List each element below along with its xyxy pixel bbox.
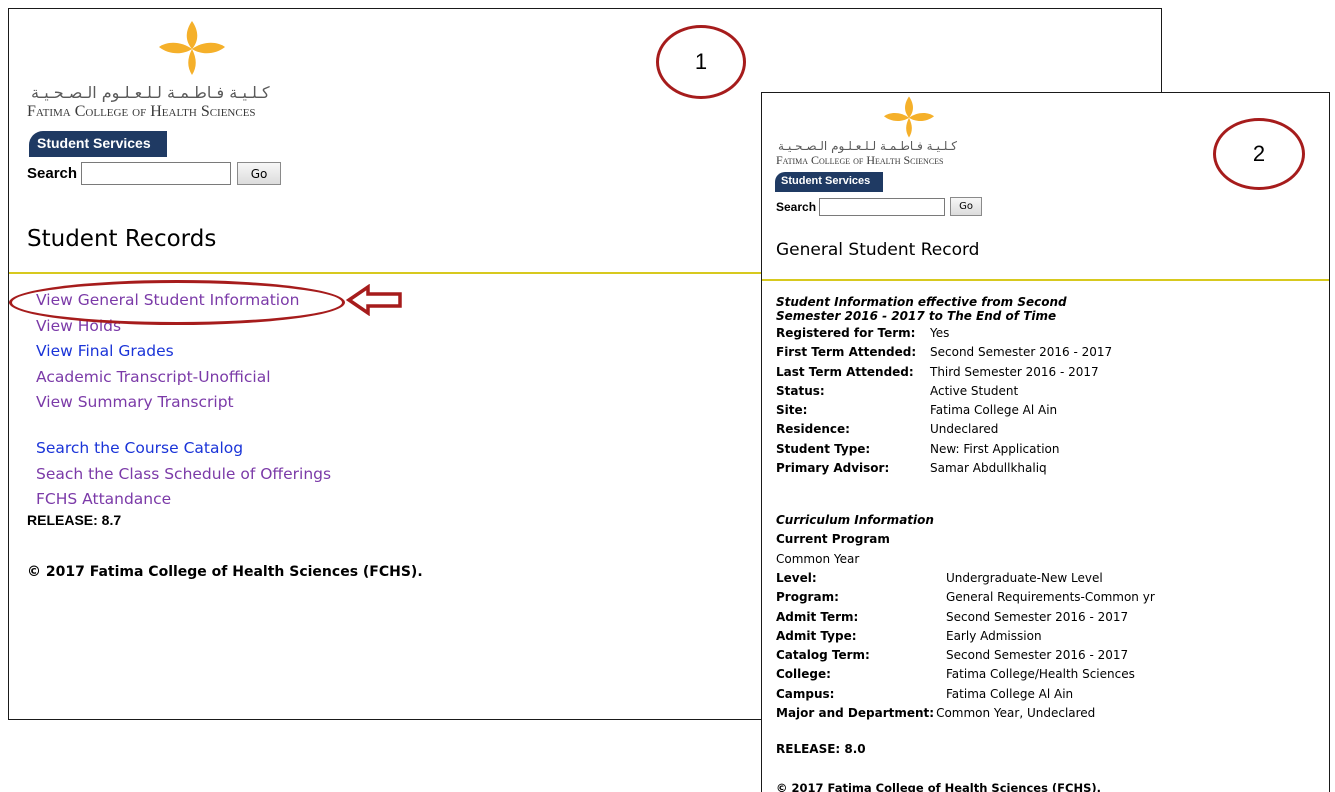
record-row: Admit Term: Second Semester 2016 - 2017 — [776, 608, 1155, 627]
search-input[interactable] — [819, 197, 946, 216]
go-button[interactable]: Go — [950, 197, 983, 216]
record-value: Fatima College Al Ain — [930, 403, 1058, 418]
record-value: Undergraduate-New Level — [946, 571, 1103, 585]
record-value: Samar Abdullkhaliq — [930, 461, 1047, 476]
logo-flower-icon — [883, 96, 935, 138]
record-label: Program: — [776, 590, 839, 605]
page-title: Student Records — [27, 226, 217, 252]
record-row: Admit Type: Early Admission — [776, 627, 1155, 646]
record-row: Site: Fatima College Al Ain — [776, 401, 1112, 420]
record-label: Catalog Term: — [776, 648, 870, 663]
record-label: Student Type: — [776, 441, 871, 456]
record-value: Second Semester 2016 - 2017 — [930, 345, 1113, 360]
record-label: Campus: — [776, 686, 835, 701]
link-academic-transcript-unofficial[interactable]: Academic Transcript-Unofficial — [36, 365, 299, 391]
record-row: Program: General Requirements-Common yr — [776, 588, 1155, 607]
record-value: Fatima College/Health Sciences — [946, 667, 1135, 682]
record-label: College: — [776, 667, 831, 682]
record-value: Fatima College Al Ain — [946, 686, 1074, 701]
current-program-label: Current Program — [776, 532, 890, 547]
release-version: RELEASE: 8.0 — [776, 742, 866, 756]
link-view-summary-transcript[interactable]: View Summary Transcript — [36, 390, 299, 416]
record-label: Status: — [776, 383, 825, 398]
record-value: Third Semester 2016 - 2017 — [930, 364, 1099, 379]
record-label: Level: — [776, 571, 817, 585]
record-row: Campus: Fatima College Al Ain — [776, 685, 1155, 704]
record-label: First Term Attended: — [776, 345, 917, 360]
record-label: Admit Term: — [776, 609, 859, 624]
link-view-final-grades[interactable]: View Final Grades — [36, 339, 299, 365]
record-label: Admit Type: — [776, 628, 857, 643]
record-label: Residence: — [776, 422, 850, 437]
logo-english-text: Fatima College of Health Sciences — [27, 103, 256, 120]
logo-flower-icon — [159, 21, 225, 75]
student-info-table: Registered for Term: Yes First Term Attend… — [776, 324, 1112, 478]
link-search-course-catalog[interactable]: Search the Course Catalog — [36, 436, 331, 462]
record-row: Level: Undergraduate-New Level — [776, 569, 1155, 588]
college-logo[interactable]: كـلـيـة فـاطـمـة لـلـعـلـوم الـصـحـيـة F… — [776, 95, 1036, 169]
record-label: Primary Advisor: — [776, 461, 890, 476]
title-divider — [762, 279, 1329, 281]
record-row: Catalog Term: Second Semester 2016 - 2017 — [776, 646, 1155, 665]
record-row: Registered for Term: Yes — [776, 324, 1112, 343]
logo-arabic-text: كـلـيـة فـاطـمـة لـلـعـلـوم الـصـحـيـة — [778, 139, 957, 153]
student-info-heading: Student Information effective from Secon… — [776, 295, 1067, 323]
record-label: Last Term Attended: — [776, 364, 914, 379]
curriculum-heading: Curriculum Information — [776, 513, 934, 527]
title-divider — [9, 272, 769, 274]
record-row: Last Term Attended: Third Semester 2016 -… — [776, 363, 1112, 382]
right-arrow-outline-icon — [346, 284, 402, 316]
major-row: Major and Department: Common Year, Undec… — [776, 704, 1095, 723]
search-bar: Search Go — [27, 162, 282, 185]
record-value: Yes — [930, 326, 950, 340]
record-row: College: Fatima College/Health Sciences — [776, 665, 1155, 684]
search-label: Search — [776, 199, 817, 214]
search-input[interactable] — [81, 162, 232, 185]
curriculum-section: Curriculum Information Current Program C… — [776, 511, 934, 569]
record-label: Registered for Term: — [776, 326, 916, 340]
tab-student-services[interactable]: Student Services — [775, 172, 883, 192]
record-row: Status: Active Student — [776, 382, 1112, 401]
record-value: Undeclared — [930, 422, 999, 437]
major-value: Common Year, Undeclared — [936, 706, 1096, 720]
record-value: Active Student — [930, 383, 1019, 398]
record-row: Residence: Undeclared — [776, 420, 1112, 439]
callout-number-1: 1 — [656, 25, 746, 99]
record-row: First Term Attended: Second Semester 2016… — [776, 343, 1112, 362]
record-label: Site: — [776, 403, 808, 418]
current-program-value: Common Year — [776, 551, 860, 566]
screenshot-general-student-record: كـلـيـة فـاطـمـة لـلـعـلـوم الـصـحـيـة F… — [761, 92, 1330, 792]
record-row: Student Type: New: First Application — [776, 440, 1112, 459]
college-logo[interactable]: كـلـيـة فـاطـمـة لـلـعـلـوم الـصـحـيـة F… — [27, 19, 357, 120]
copyright-text: © 2017 Fatima College of Health Sciences… — [27, 564, 423, 580]
page-title: General Student Record — [776, 240, 980, 260]
release-version: RELEASE: 8.7 — [27, 512, 122, 528]
callout-number-2: 2 — [1213, 118, 1305, 190]
search-label: Search — [27, 165, 78, 182]
go-button[interactable]: Go — [237, 162, 282, 185]
curriculum-table: Level: Undergraduate-New Level Program: Gen… — [776, 569, 1155, 704]
link-fchs-attendance[interactable]: FCHS Attandance — [36, 487, 331, 513]
record-value: General Requirements-Common yr — [946, 590, 1155, 605]
tab-student-services[interactable]: Student Services — [29, 131, 167, 157]
logo-arabic-text: كـلـيـة فـاطـمـة لـلـعـلـوم الـصـحـيـة — [31, 83, 270, 102]
major-label: Major and Department: — [776, 706, 935, 720]
link-class-schedule[interactable]: Seach the Class Schedule of Offerings — [36, 462, 331, 488]
record-value: Early Admission — [946, 628, 1042, 643]
record-row: Primary Advisor: Samar Abdullkhaliq — [776, 459, 1112, 478]
record-value: Second Semester 2016 - 2017 — [946, 609, 1129, 624]
highlight-ellipse-annotation — [9, 280, 345, 325]
logo-english-text: Fatima College of Health Sciences — [776, 153, 944, 167]
record-value: Second Semester 2016 - 2017 — [946, 648, 1129, 663]
copyright-text: © 2017 Fatima College of Health Sciences… — [776, 781, 1101, 792]
catalog-links-group: Search the Course Catalog Seach the Clas… — [36, 436, 331, 513]
search-bar: Search Go — [776, 197, 983, 216]
record-value: New: First Application — [930, 441, 1060, 456]
